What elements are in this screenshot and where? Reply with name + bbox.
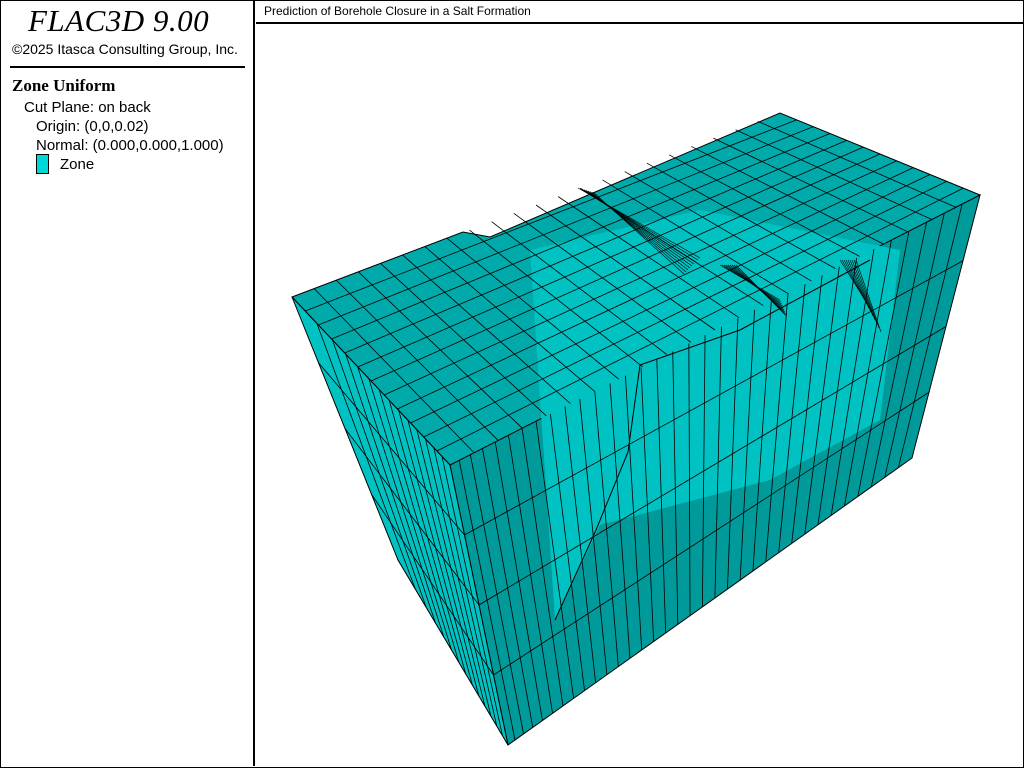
view-title-bar: Prediction of Borehole Closure in a Salt… [256, 0, 1023, 24]
model-faces [291, 112, 981, 746]
cut-plane-label: Cut Plane: on back [24, 99, 151, 116]
origin-label: Origin: (0,0,0.02) [36, 118, 149, 135]
zone-label: Zone [60, 156, 95, 173]
normal-label: Normal: (0.000,0.000,1.000) [36, 137, 224, 154]
view-title: Prediction of Borehole Closure in a Salt… [264, 4, 531, 18]
legend-panel: FLAC3D 9.00 ©2025 Itasca Consulting Grou… [0, 0, 255, 766]
zone-mesh-model [291, 112, 981, 746]
plot-item-heading: Zone Uniform [12, 76, 116, 95]
copyright-text: ©2025 Itasca Consulting Group, Inc. [12, 41, 238, 57]
zone-color-swatch [36, 154, 49, 174]
legend-divider [10, 66, 245, 68]
app-title: FLAC3D 9.00 [28, 3, 210, 38]
model-viewport[interactable] [257, 25, 1022, 766]
